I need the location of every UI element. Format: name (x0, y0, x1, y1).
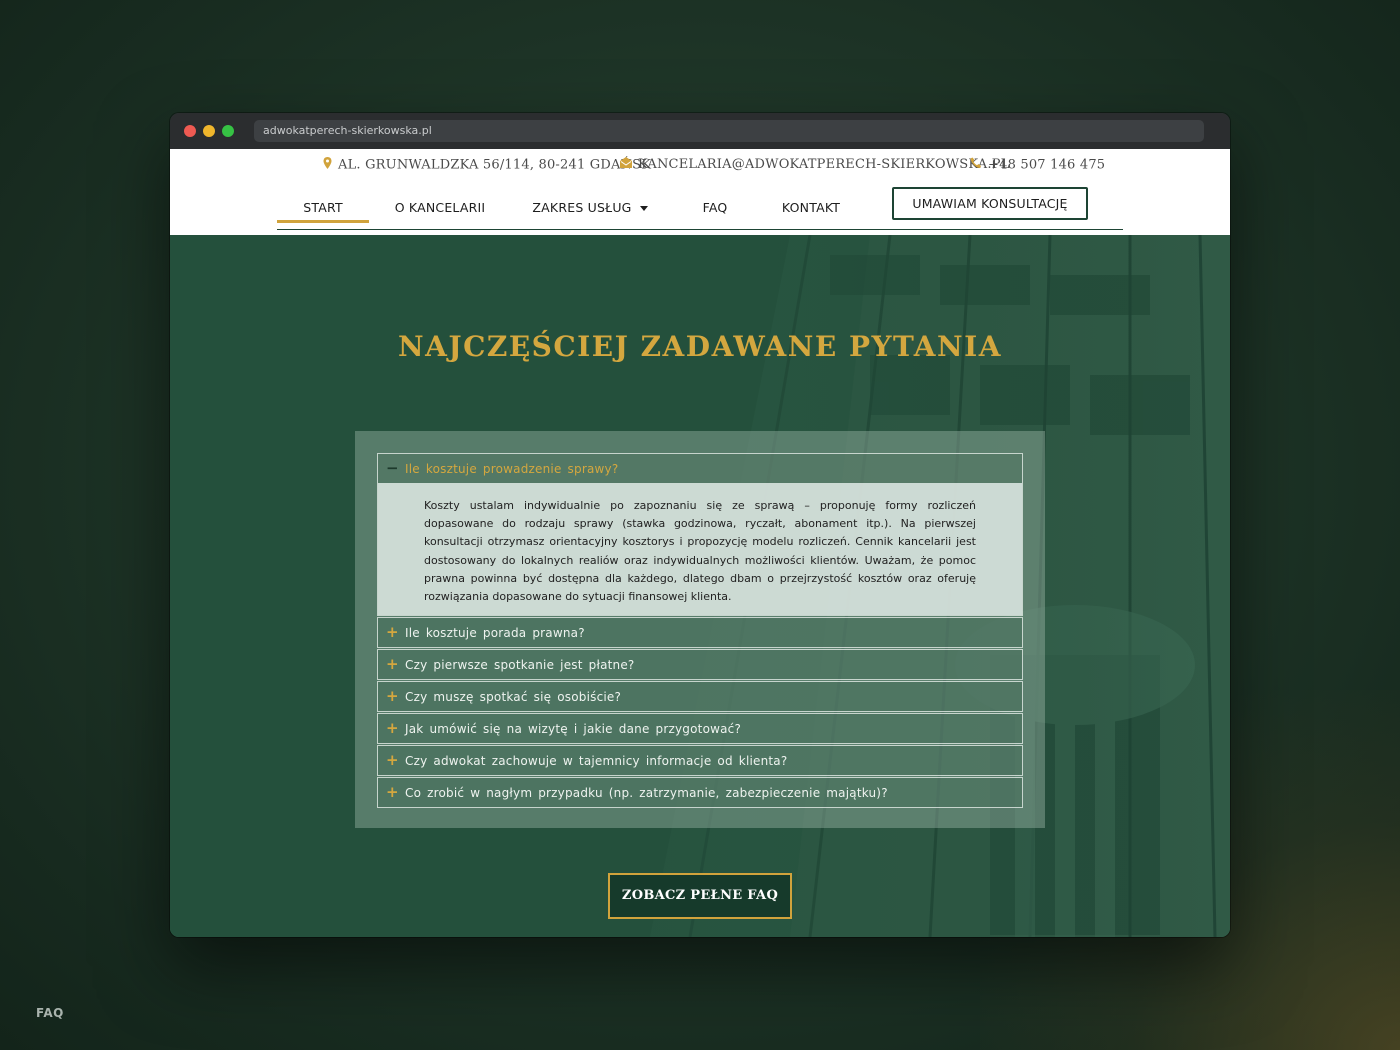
faq-item: + Czy adwokat zachowuje w tajemnicy infor… (377, 745, 1023, 776)
faq-item: + Jak umówić się na wizytę i jakie dane p… (377, 713, 1023, 744)
plus-icon: + (386, 655, 399, 673)
maximize-window-icon[interactable] (222, 125, 234, 137)
envelope-icon (620, 157, 632, 172)
nav-item-zakres-uslug[interactable]: ZAKRES USŁUG (530, 193, 650, 223)
main-nav: START O KANCELARII ZAKRES USŁUG FAQ KONT… (170, 187, 1230, 230)
faq-item: + Czy muszę spotkać się osobiście? (377, 681, 1023, 712)
minimize-window-icon[interactable] (203, 125, 215, 137)
nav-item-kontakt[interactable]: KONTAKT (776, 193, 846, 223)
email-text: KANCELARIA@ADWOKATPERECH-SKIERKOWSKA.PL (638, 157, 1010, 172)
url-bar[interactable]: adwokatperech-skierkowska.pl (254, 120, 1204, 142)
faq-question: Czy muszę spotkać się osobiście? (405, 690, 622, 704)
caret-down-icon (639, 206, 648, 211)
faq-answer-text: Koszty ustalam indywidualnie po zapoznan… (424, 499, 976, 604)
faq-answer: Koszty ustalam indywidualnie po zapoznan… (378, 483, 1022, 615)
faq-question-toggle[interactable]: + Czy muszę spotkać się osobiście? (378, 682, 1022, 711)
close-window-icon[interactable] (184, 125, 196, 137)
faq-question-toggle[interactable]: + Czy adwokat zachowuje w tajemnicy infor… (378, 746, 1022, 775)
faq-question: Ile kosztuje porada prawna? (405, 626, 585, 640)
faq-question-toggle[interactable]: + Co zrobić w nagłym przypadku (np. zatrz… (378, 778, 1022, 807)
faq-question-toggle[interactable]: − Ile kosztuje prowadzenie sprawy? (378, 454, 1022, 483)
faq-question: Czy pierwsze spotkanie jest płatne? (405, 658, 635, 672)
faq-item: + Czy pierwsze spotkanie jest płatne? (377, 649, 1023, 680)
faq-item: + Ile kosztuje porada prawna? (377, 617, 1023, 648)
contact-bar: AL. GRUNWALDZKA 56/114, 80-241 GDAŃSK KA… (170, 157, 1230, 175)
screenshot-caption: FAQ (36, 1006, 64, 1020)
book-consultation-button[interactable]: UMAWIAM KONSULTACJĘ (892, 187, 1088, 220)
phone-info[interactable]: +48 507 146 475 (970, 157, 1105, 173)
faq-heading: NAJCZĘŚCIEJ ZADAWANE PYTANIA (398, 330, 1002, 363)
faq-question-toggle[interactable]: + Czy pierwsze spotkanie jest płatne? (378, 650, 1022, 679)
nav-item-faq[interactable]: FAQ (692, 193, 738, 223)
email-info[interactable]: KANCELARIA@ADWOKATPERECH-SKIERKOWSKA.PL (620, 157, 1009, 172)
nav-divider (277, 229, 1123, 230)
minus-icon: − (386, 459, 399, 477)
site-header: AL. GRUNWALDZKA 56/114, 80-241 GDAŃSK KA… (170, 149, 1230, 235)
faq-question: Ile kosztuje prowadzenie sprawy? (405, 462, 619, 476)
nav-item-o-kancelarii[interactable]: O KANCELARII (392, 193, 488, 223)
faq-item: − Ile kosztuje prowadzenie sprawy? Koszty… (377, 453, 1023, 616)
plus-icon: + (386, 623, 399, 641)
plus-icon: + (386, 783, 399, 801)
nav-item-start[interactable]: START (277, 193, 369, 223)
faq-panel: − Ile kosztuje prowadzenie sprawy? Koszty… (355, 431, 1045, 828)
faq-section: NAJCZĘŚCIEJ ZADAWANE PYTANIA − Ile kosztu… (170, 235, 1230, 937)
browser-window: adwokatperech-skierkowska.pl AL. GRUNWAL… (170, 113, 1230, 937)
faq-question-toggle[interactable]: + Ile kosztuje porada prawna? (378, 618, 1022, 647)
nav-item-zakres-uslug-label: ZAKRES USŁUG (532, 200, 632, 215)
address-text: AL. GRUNWALDZKA 56/114, 80-241 GDAŃSK (338, 157, 652, 173)
faq-item: + Co zrobić w nagłym przypadku (np. zatrz… (377, 777, 1023, 808)
phone-text: +48 507 146 475 (988, 157, 1106, 173)
faq-question-toggle[interactable]: + Jak umówić się na wizytę i jakie dane p… (378, 714, 1022, 743)
map-pin-icon (323, 157, 332, 173)
address-info: AL. GRUNWALDZKA 56/114, 80-241 GDAŃSK (323, 157, 651, 173)
faq-accordion: − Ile kosztuje prowadzenie sprawy? Koszty… (377, 453, 1023, 809)
faq-question: Co zrobić w nagłym przypadku (np. zatrzy… (405, 786, 888, 800)
plus-icon: + (386, 687, 399, 705)
phone-icon (970, 157, 982, 173)
faq-question: Jak umówić się na wizytę i jakie dane pr… (405, 722, 742, 736)
plus-icon: + (386, 719, 399, 737)
browser-chrome: adwokatperech-skierkowska.pl (170, 113, 1230, 149)
plus-icon: + (386, 751, 399, 769)
full-faq-button[interactable]: ZOBACZ PEŁNE FAQ (608, 873, 792, 919)
faq-question: Czy adwokat zachowuje w tajemnicy inform… (405, 754, 788, 768)
